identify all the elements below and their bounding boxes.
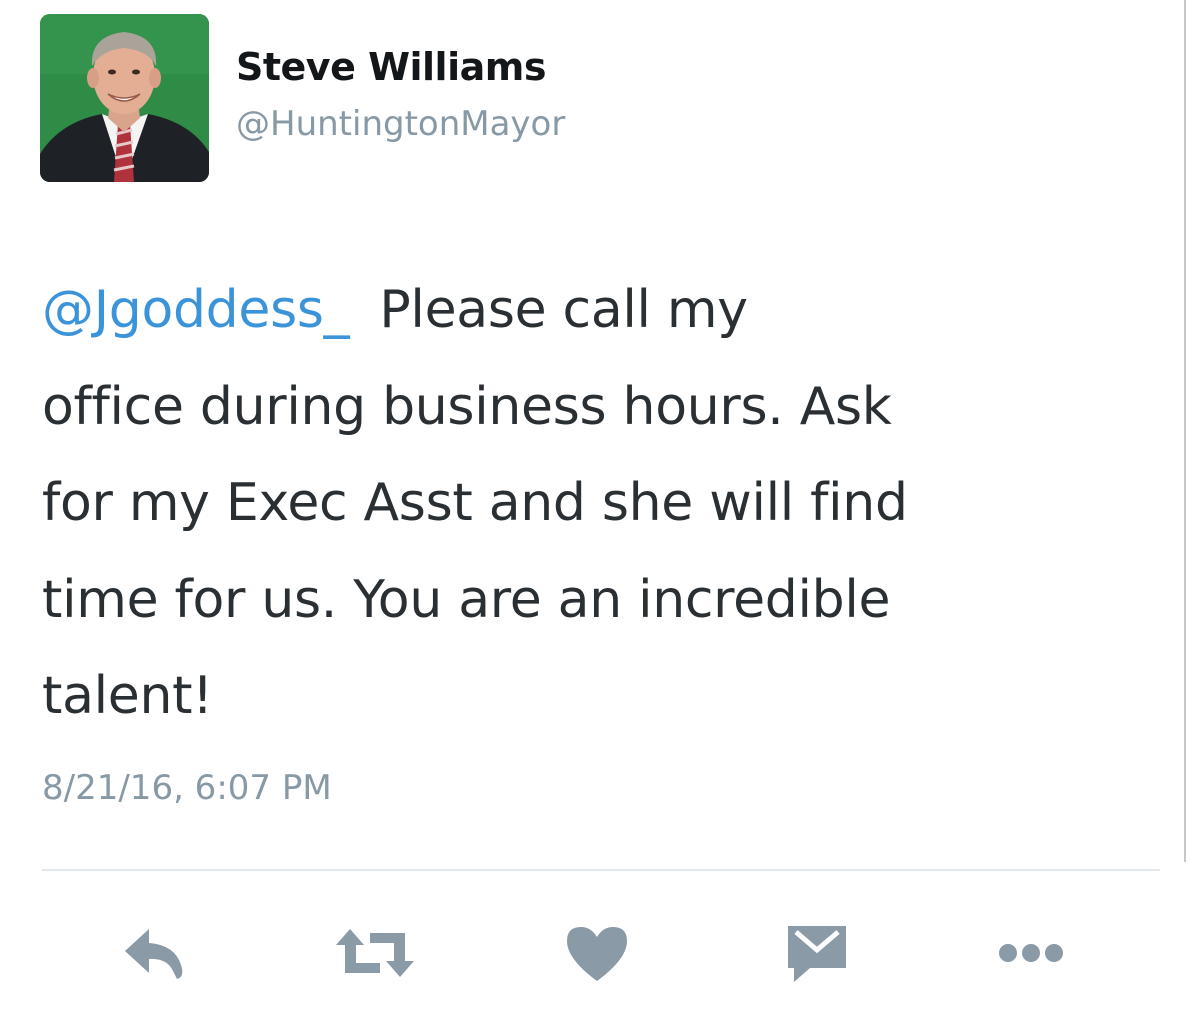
- reply-button[interactable]: [110, 918, 200, 988]
- retweet-button[interactable]: [330, 918, 420, 988]
- mention-link[interactable]: @Jgoddess_: [42, 280, 350, 340]
- tweet-line-4: time for us. You are an incredible: [42, 569, 891, 630]
- tweet-line-2: office during business hours. Ask: [42, 376, 892, 437]
- tweet-line-1: @Jgoddess_ Please call my: [42, 262, 1162, 359]
- author-display-name[interactable]: Steve Williams: [236, 45, 546, 89]
- tweet-text: @Jgoddess_ Please call my office during b…: [42, 262, 1162, 745]
- avatar-photo: [40, 14, 209, 182]
- tweet-timestamp: 8/21/16, 6:07 PM: [42, 768, 332, 808]
- retweet-icon: [336, 929, 414, 977]
- tweet-action-bar: [0, 900, 1200, 1010]
- more-button[interactable]: [986, 918, 1076, 988]
- like-button[interactable]: [552, 918, 642, 988]
- direct-message-button[interactable]: [772, 918, 862, 988]
- tweet-text-segment: Please call my: [379, 280, 748, 340]
- tweet-line-5: talent!: [42, 666, 213, 726]
- more-dots-icon: [999, 944, 1063, 962]
- author-handle[interactable]: @HuntingtonMayor: [236, 104, 565, 144]
- heart-icon: [567, 927, 627, 981]
- tweet-line-3: for my Exec Asst and she will find: [42, 473, 908, 533]
- scroll-edge: [1184, 0, 1186, 862]
- reply-icon: [125, 929, 183, 979]
- divider: [42, 869, 1160, 871]
- avatar[interactable]: [40, 14, 209, 182]
- envelope-icon: [788, 926, 846, 982]
